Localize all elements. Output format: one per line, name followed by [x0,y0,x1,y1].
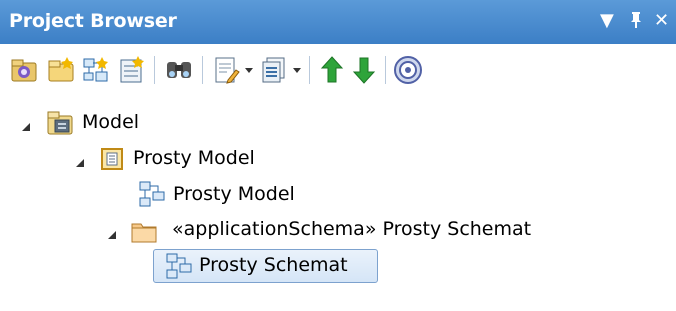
package-icon [97,144,127,174]
tree-item-model[interactable]: Model [82,110,139,134]
toolbar-separator [385,56,386,84]
close-icon[interactable]: ✕ [654,10,669,31]
pin-icon[interactable] [628,10,644,35]
move-up-icon[interactable] [316,54,348,86]
folder-icon [129,216,159,246]
toolbar [0,44,676,96]
move-down-icon[interactable] [348,54,380,86]
documentation-icon[interactable] [258,54,290,86]
diagram-icon [137,179,167,209]
collapse-triangle-icon[interactable] [105,228,119,242]
model-root-icon [45,108,75,138]
title-bar: Project Browser ▼ ✕ [0,0,676,44]
diagram-icon [164,251,194,281]
panel-menu-icon[interactable]: ▼ [600,10,614,31]
toolbar-separator [154,56,155,84]
documentation-dropdown-icon[interactable] [291,58,303,82]
tree-item-application-schema[interactable]: «applicationSchema» Prosty Schemat [172,217,531,241]
collapse-triangle-icon[interactable] [73,156,87,170]
new-diagram-icon[interactable] [80,54,112,86]
new-element-icon[interactable] [116,54,148,86]
project-tree: Model Prosty Model Prosty Model «applica… [0,96,676,311]
toolbar-separator [309,56,310,84]
find-icon[interactable] [163,54,195,86]
tree-item-prosty-schemat-diagram[interactable]: Prosty Schemat [199,253,348,277]
help-icon[interactable] [392,54,424,86]
properties-dropdown-icon[interactable] [243,58,255,82]
new-package-icon[interactable] [45,54,77,86]
collapse-triangle-icon[interactable] [19,120,33,134]
panel-title: Project Browser [9,10,177,32]
tree-item-prosty-model-diagram[interactable]: Prosty Model [173,182,295,206]
tree-item-prosty-model-package[interactable]: Prosty Model [133,146,255,170]
new-model-icon[interactable] [8,54,40,86]
toolbar-separator [202,56,203,84]
properties-icon[interactable] [210,54,242,86]
